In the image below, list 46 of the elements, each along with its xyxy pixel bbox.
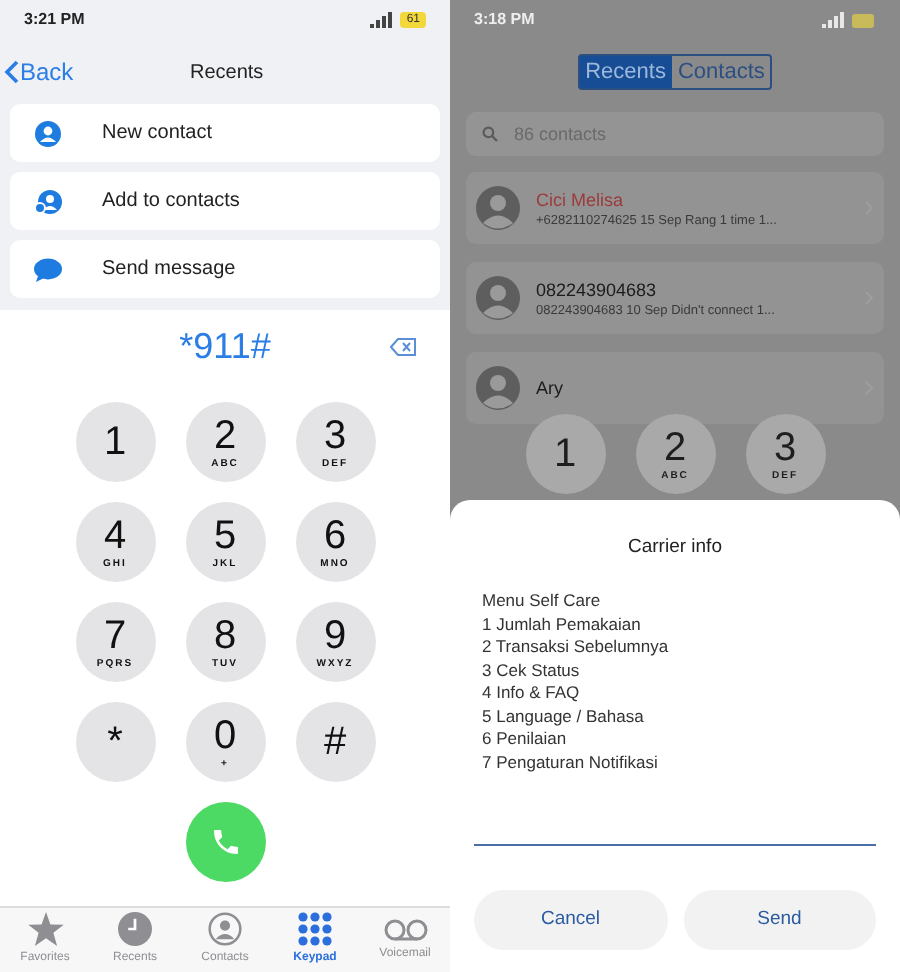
caller-name: Ary [536,376,565,400]
back-button[interactable]: Back [0,54,74,90]
status-time: 3:21 PM [24,8,85,32]
action-item[interactable]: New contact [10,104,440,162]
menu-line: 7 Pengaturan Notifikasi [482,751,660,775]
dialed-number: *911# [179,323,271,369]
battery-icon [852,13,876,27]
star-icon [27,912,63,946]
caller-name: 082243904683 [536,277,659,301]
phone-icon [209,826,241,858]
avatar-icon [476,366,520,410]
menu-line: 2 Transaksi Sebelumnya [482,636,671,660]
action-item[interactable]: Add to contacts [10,172,440,230]
menu-line: Menu Self Care [482,590,603,614]
header-title: Recents [190,59,264,87]
dial-key[interactable]: # [295,702,375,782]
call-button[interactable] [185,802,265,882]
signal-icon [822,12,846,28]
clock-icon [118,912,152,946]
dialog-button[interactable]: Send [683,890,876,951]
person-icon [208,912,242,946]
menu-line: 6 Penilaian [482,728,569,752]
dialog-title: Carrier info [626,534,724,562]
voicemail-icon [383,917,427,941]
dial-key[interactable]: * [75,702,155,782]
status-time: 3:18 PM [474,8,535,32]
chevron-left-icon [4,60,20,84]
menu-line: 1 Jumlah Pemakaian [482,613,643,637]
segment-tab[interactable]: Recents [579,56,672,88]
dialog-button[interactable]: Cancel [474,890,667,951]
people-icon [34,187,62,215]
signal-icon [370,12,395,28]
menu-line: 4 Info & FAQ [482,682,582,706]
caller-name: Cici Melisa [536,187,626,211]
menu-line: 3 Cek Status [482,659,582,683]
dial-key[interactable]: 1 [525,414,605,494]
delete-icon[interactable] [390,338,416,356]
keypad-icon [298,912,332,946]
person-icon [34,119,62,147]
chat-bubble-icon [34,257,62,281]
dial-key[interactable]: 1 [75,402,155,482]
action-item[interactable]: Send message [10,240,440,298]
avatar-icon [476,276,520,320]
avatar-icon [476,186,520,230]
menu-line: 5 Language / Bahasa [482,705,646,729]
call-log-card[interactable]: Ary [466,352,884,424]
